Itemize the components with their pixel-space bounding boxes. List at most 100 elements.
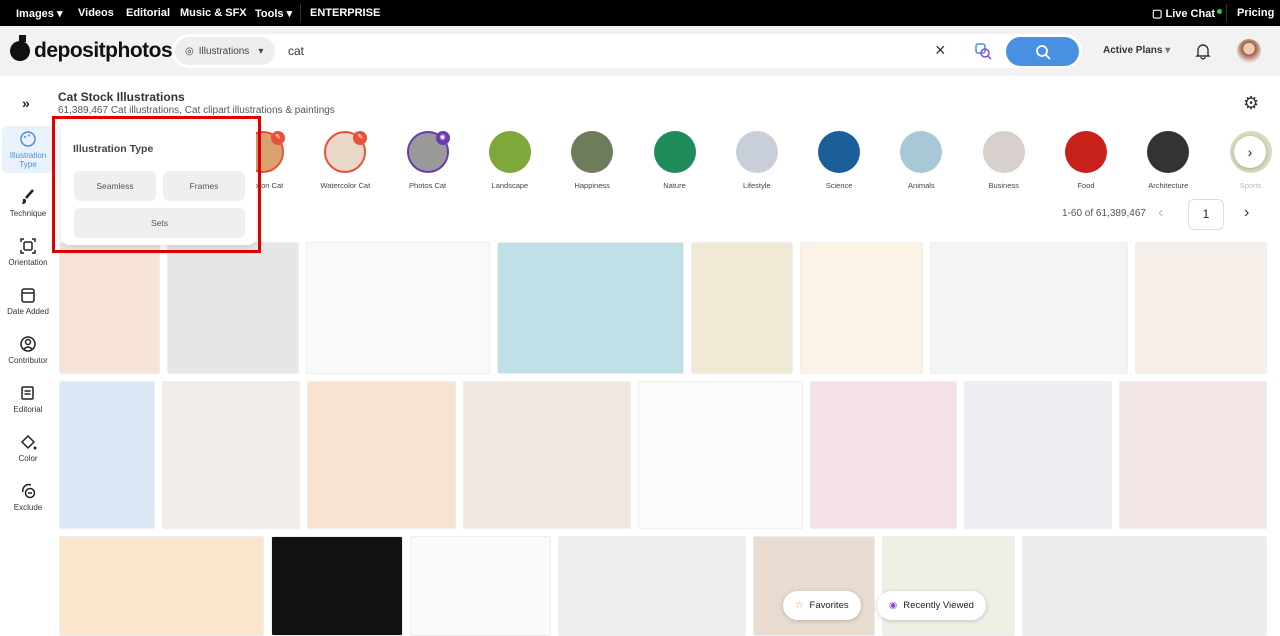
result-image[interactable] [930,242,1128,374]
star-icon: ☆ [795,600,804,611]
sidebar-item-date-added[interactable]: Date Added [2,286,54,316]
sidebar-item-label: Illustration Type [9,151,47,169]
sets-option[interactable]: Sets [74,208,245,238]
chevron-down-icon: ▾ [258,45,264,57]
category-label: Watercolor Cat [320,181,371,190]
category-happiness[interactable]: Happiness [557,131,627,190]
result-image[interactable] [306,242,490,374]
active-plans-dropdown[interactable]: Active Plans ▾ [1103,45,1170,56]
category-business[interactable]: Business [969,131,1039,190]
recently-viewed-button[interactable]: ◉ Recently Viewed [877,591,986,620]
result-image[interactable] [882,536,1015,636]
visual-search-icon[interactable] [974,42,992,60]
nav-images[interactable]: Images ▾ [16,7,63,20]
illustration-type-popup-highlight: Illustration Type Seamless Frames Sets [52,116,261,253]
result-image[interactable] [691,242,793,374]
category-photos-cat[interactable]: ◉ Photos Cat [393,131,463,190]
category-label: Sports [1239,181,1262,190]
results-range: 1-60 of 61,389,467 [1062,208,1146,219]
seamless-option[interactable]: Seamless [74,171,156,201]
result-image[interactable] [410,536,551,636]
exclude-icon [22,483,36,499]
favorites-button[interactable]: ☆ Favorites [783,591,861,620]
result-image[interactable] [1022,536,1267,636]
bell-icon[interactable] [1194,42,1212,60]
pencil-icon: ✎ [353,131,368,145]
search-icon [1035,44,1051,60]
palette-icon [20,131,36,147]
sidebar-item-exclude[interactable]: Exclude [2,482,54,512]
sidebar-item-color[interactable]: Color [2,433,54,463]
category-label: Landscape [491,181,529,190]
nav-enterprise[interactable]: ENTERPRISE [310,7,380,19]
next-page-button[interactable]: › [1244,204,1249,222]
expand-sidebar-icon[interactable]: » [22,95,30,111]
header: depositphotos ◎ Illustrations ▾ cat × Acti… [0,26,1280,76]
settings-icon[interactable]: ⚙ [1243,93,1259,114]
logo[interactable]: depositphotos [10,35,173,63]
result-image[interactable] [810,381,957,529]
category-animals[interactable]: Animals [886,131,956,190]
divider [300,4,301,22]
avatar[interactable] [1237,39,1261,63]
pricing-link[interactable]: Pricing [1237,7,1274,19]
result-image[interactable] [1119,381,1267,529]
search-input[interactable]: cat [288,44,304,58]
prev-page-button[interactable]: ‹ [1158,204,1163,222]
result-image[interactable] [307,381,456,529]
search-type-dropdown[interactable]: ◎ Illustrations ▾ [175,37,275,65]
category-thumbnail [488,131,531,173]
category-landscape[interactable]: Landscape [475,131,545,190]
result-image[interactable] [964,381,1112,529]
sidebar-item-illustration-type[interactable]: Illustration Type [2,126,54,173]
result-image[interactable] [1135,242,1267,374]
result-image[interactable] [59,242,160,374]
search-button[interactable] [1006,37,1079,66]
sidebar-item-orientation[interactable]: Orientation [2,237,54,267]
category-thumbnail [1065,131,1107,173]
category-label: Nature [663,181,686,190]
nav-music[interactable]: Music & SFX [180,7,247,19]
sidebar-item-label: Technique [9,209,47,218]
sidebar-item-contributor[interactable]: Contributor [2,335,54,365]
live-chat-link[interactable]: ▢ Live Chat [1152,7,1222,20]
popup-title: Illustration Type [73,143,154,155]
nav-videos[interactable]: Videos [78,7,114,19]
result-image[interactable] [167,242,299,374]
sidebar-item-technique[interactable]: Technique [2,188,54,218]
user-circle-icon [20,336,36,352]
result-image[interactable] [800,242,923,374]
logo-text: depositphotos [34,39,173,62]
clear-icon[interactable]: × [935,40,946,61]
eye-icon: ◉ [889,600,898,611]
result-image[interactable] [638,381,803,529]
page-number-input[interactable]: 1 [1188,199,1224,230]
palette-icon: ◎ [185,45,194,57]
nav-tools[interactable]: Tools ▾ [255,7,292,20]
categories-next-button[interactable]: › [1234,136,1266,168]
category-nature[interactable]: Nature [640,131,710,190]
category-thumbnail [900,131,943,173]
category-thumbnail [653,131,696,173]
sidebar-item-label: Color [18,454,38,463]
search-bar: ◎ Illustrations ▾ cat × [172,34,1082,68]
result-image[interactable] [271,536,403,636]
search-type-label: Illustrations [198,45,250,57]
sidebar-item-editorial[interactable]: Editorial [2,384,54,414]
nav-editorial[interactable]: Editorial [126,7,170,19]
category-science[interactable]: Science [804,131,874,190]
result-image[interactable] [162,381,300,529]
frames-option[interactable]: Frames [163,171,245,201]
category-architecture[interactable]: Architecture [1133,131,1203,190]
category-food[interactable]: Food [1051,131,1121,190]
category-lifestyle[interactable]: Lifestyle [722,131,792,190]
sidebar-item-label: Exclude [13,503,43,512]
category-watercolor-cat[interactable]: ✎ Watercolor Cat [310,131,380,190]
result-image[interactable] [59,536,264,636]
result-image[interactable] [59,381,155,529]
result-image[interactable] [753,536,875,636]
result-image[interactable] [463,381,631,529]
sidebar-item-label: Date Added [7,307,49,316]
result-image[interactable] [558,536,746,636]
result-image[interactable] [497,242,684,374]
